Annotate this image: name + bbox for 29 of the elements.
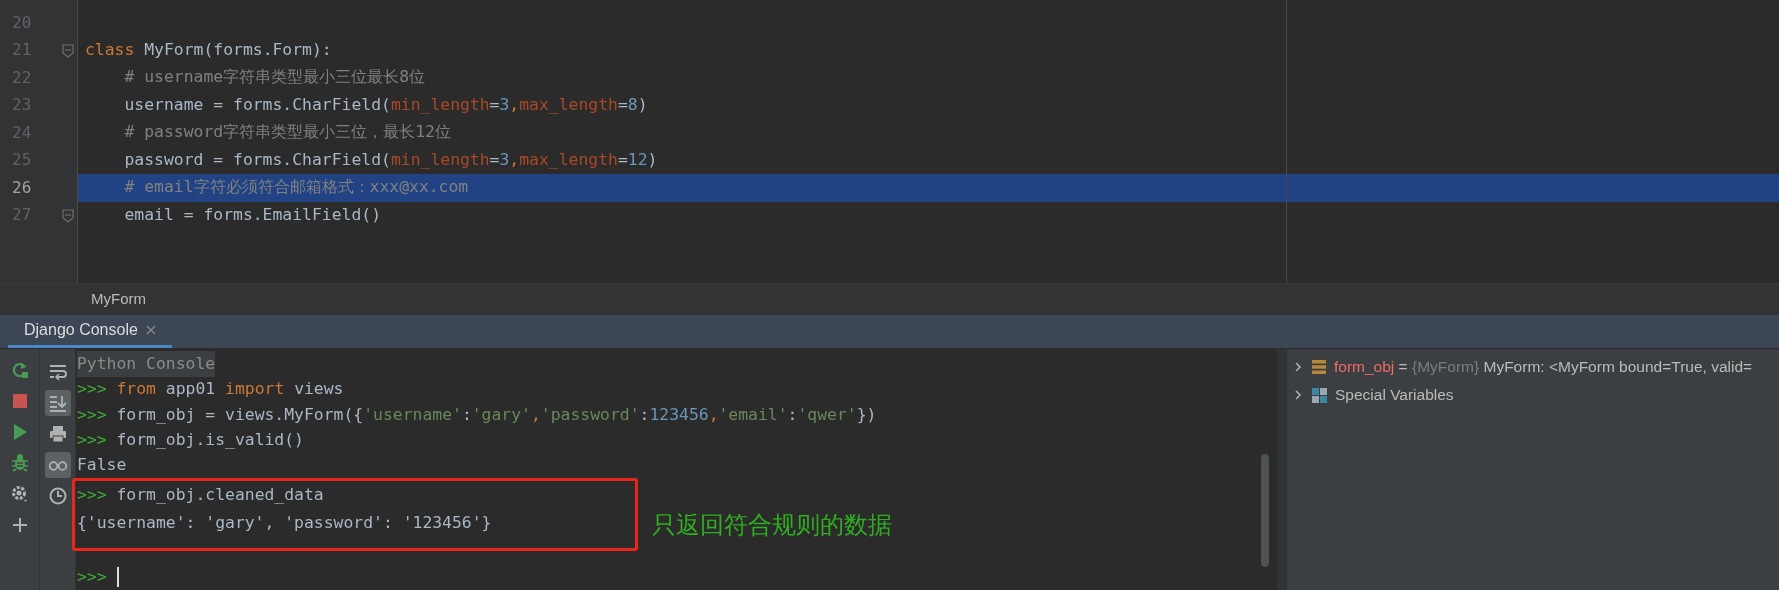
breadcrumb[interactable]: MyForm: [91, 288, 146, 311]
glasses-icon[interactable]: [44, 452, 71, 478]
variable-group[interactable]: Special Variables: [1335, 383, 1454, 407]
console-prompt: >>>: [77, 566, 107, 589]
text-cursor: [116, 567, 119, 588]
close-icon[interactable]: [145, 325, 156, 335]
chevron-icon[interactable]: [1292, 361, 1304, 373]
grid-icon: [1312, 387, 1327, 403]
console-line: >>> form_obj.cleaned_data: [77, 484, 324, 507]
code-line: username = forms.CharField(min_length=3,max_length=8): [123, 93, 648, 116]
console-line: >>> form_obj.is_valid(): [77, 428, 304, 451]
scroll-to-end-icon[interactable]: [44, 390, 71, 416]
console-banner: Python Console: [77, 351, 216, 377]
code-line: # password字符串类型最小三位，最长12位: [123, 121, 451, 144]
code-line: # username字符串类型最小三位最长8位: [123, 66, 426, 89]
code-line: class MyForm(forms.Form):: [85, 38, 332, 61]
code-line: # email字符必须符合邮箱格式：xxx@xx.com: [123, 176, 469, 199]
code-line: email = forms.EmailField(): [123, 203, 382, 226]
console-line: >>> from app01 import views: [77, 378, 344, 401]
console-line: >>> form_obj = views.MyForm({'username':'gary','password':123456,'email':'qwer'}): [77, 403, 877, 426]
annotation-text: 只返回符合规则的数据: [652, 510, 892, 541]
variable-entry[interactable]: form_obj = {MyForm} MyForm: <MyForm bound=True, valid=: [1334, 355, 1753, 379]
console-line: False: [77, 453, 127, 476]
line-number: 26: [12, 176, 32, 199]
console-line: {'username': 'gary', 'password': '123456'}: [77, 511, 492, 534]
code-line: password = forms.CharField(min_length=3,max_length=12): [123, 148, 658, 171]
stacked-bars-icon: [1312, 360, 1326, 374]
scrollbar-thumb[interactable]: [1261, 454, 1269, 567]
chevron-icon[interactable]: [1292, 389, 1304, 401]
